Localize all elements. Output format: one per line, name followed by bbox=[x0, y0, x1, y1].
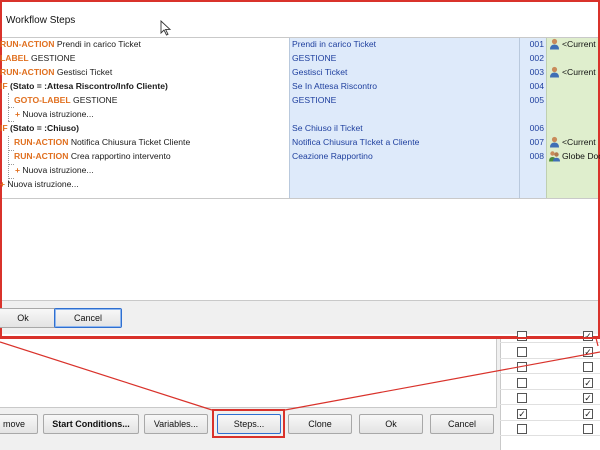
step-text: Prendi in carico Ticket bbox=[56, 39, 141, 49]
step-row[interactable]: IF (Stato = :Chiuso) Se Chiuso il Ticket… bbox=[0, 122, 598, 136]
step-text: Notifica Chiusura Ticket Cliente bbox=[70, 137, 191, 147]
step-number: 001 bbox=[529, 39, 544, 49]
workflow-list[interactable] bbox=[0, 338, 497, 408]
step-row[interactable]: RUN-ACTION Crea rapportino intervento Ce… bbox=[2, 150, 600, 164]
step-row[interactable]: RUN-ACTION Gestisci Ticket Gestisci Tick… bbox=[0, 66, 598, 80]
step-text: (Stato = :Chiuso) bbox=[10, 123, 80, 133]
cancel-button[interactable]: Cancel bbox=[54, 308, 122, 328]
checkbox[interactable] bbox=[517, 393, 527, 403]
add-icon: + bbox=[15, 165, 21, 175]
checkbox-row: ✓ ✓ bbox=[500, 406, 600, 421]
step-number: 004 bbox=[529, 81, 544, 91]
step-keyword: GOTO-LABEL bbox=[14, 95, 71, 105]
step-keyword: RUN-ACTION bbox=[0, 39, 55, 49]
ok-button[interactable]: Ok bbox=[0, 308, 56, 328]
checkbox[interactable] bbox=[583, 424, 593, 434]
step-description: Gestisci Ticket bbox=[292, 67, 348, 77]
checkbox[interactable]: ✓ bbox=[583, 346, 593, 357]
step-description: Notifica Chiusura TIcket a Cliente bbox=[292, 137, 420, 147]
step-number: 008 bbox=[529, 151, 544, 161]
steps-button-highlight bbox=[212, 409, 285, 438]
steps-grid: RUN-ACTION Prendi in carico Ticket Prend… bbox=[0, 37, 600, 199]
checkbox[interactable] bbox=[583, 362, 593, 372]
cancel-button[interactable]: Cancel bbox=[430, 414, 494, 434]
step-number: 003 bbox=[529, 67, 544, 77]
checkbox-row: ✓ bbox=[500, 375, 600, 390]
ok-button[interactable]: Ok bbox=[359, 414, 423, 434]
add-icon: + bbox=[15, 109, 21, 119]
step-description: GESTIONE bbox=[292, 95, 337, 105]
remove-button[interactable]: move bbox=[0, 414, 38, 434]
start-conditions-button[interactable]: Start Conditions... bbox=[43, 414, 139, 434]
checkbox[interactable]: ✓ bbox=[583, 377, 593, 388]
user-icon bbox=[550, 66, 559, 78]
mouse-cursor-icon bbox=[160, 20, 172, 36]
step-row[interactable]: RUN-ACTION Prendi in carico Ticket Prend… bbox=[0, 38, 598, 52]
step-keyword: LABEL bbox=[0, 53, 29, 63]
step-keyword: RUN-ACTION bbox=[14, 151, 69, 161]
step-text: (Stato = :Attesa Riscontro/Info Cliente) bbox=[10, 81, 168, 91]
step-row[interactable]: RUN-ACTION Notifica Chiusura Ticket Clie… bbox=[2, 136, 598, 150]
checkbox[interactable]: ✓ bbox=[517, 408, 527, 419]
checkbox-row: ✓ bbox=[500, 328, 600, 343]
checkbox-row: ✓ bbox=[500, 344, 600, 359]
checkbox[interactable]: ✓ bbox=[583, 331, 593, 341]
checkbox[interactable] bbox=[517, 331, 527, 341]
step-text: Nuova istruzione... bbox=[22, 165, 94, 175]
step-description: Ceazione Rapportino bbox=[292, 151, 373, 161]
step-number: 006 bbox=[529, 123, 544, 133]
step-user: <Current bbox=[549, 136, 596, 148]
new-instruction-row[interactable]: + Nuova istruzione... bbox=[0, 178, 598, 192]
step-text: Gestisci Ticket bbox=[56, 67, 113, 77]
checkbox-row bbox=[500, 421, 600, 436]
checkbox[interactable] bbox=[517, 346, 527, 357]
new-instruction-row[interactable]: + Nuova istruzione... bbox=[2, 164, 598, 178]
step-keyword: IF bbox=[0, 81, 8, 91]
checkbox[interactable]: ✓ bbox=[583, 408, 593, 419]
step-keyword: RUN-ACTION bbox=[0, 67, 55, 77]
step-text: Crea rapportino intervento bbox=[70, 151, 171, 161]
step-row[interactable]: LABEL GESTIONE GESTIONE 002 bbox=[0, 52, 598, 66]
step-text: GESTIONE bbox=[73, 95, 118, 105]
step-user: <Current bbox=[549, 66, 596, 78]
variables-button[interactable]: Variables... bbox=[144, 414, 208, 434]
clone-button[interactable]: Clone bbox=[288, 414, 352, 434]
step-user: Globe Doc bbox=[549, 150, 600, 162]
dialog-title: Workflow Steps bbox=[6, 15, 76, 26]
user-icon bbox=[550, 38, 559, 50]
step-description: Se Chiuso il Ticket bbox=[292, 123, 363, 133]
step-number: 007 bbox=[529, 137, 544, 147]
step-row[interactable]: IF (Stato = :Attesa Riscontro/Info Clien… bbox=[0, 80, 598, 94]
group-icon bbox=[549, 151, 560, 162]
step-description: Prendi in carico Ticket bbox=[292, 39, 377, 49]
step-keyword: RUN-ACTION bbox=[14, 137, 69, 147]
step-number: 005 bbox=[529, 95, 544, 105]
user-icon bbox=[550, 136, 559, 148]
step-number: 002 bbox=[529, 53, 544, 63]
checkbox[interactable] bbox=[517, 424, 527, 434]
dialog-titlebar: Workflow Steps bbox=[2, 2, 598, 32]
checkbox-row bbox=[500, 359, 600, 374]
step-description: GESTIONE bbox=[292, 53, 337, 63]
step-keyword: IF bbox=[0, 123, 8, 133]
checkbox[interactable] bbox=[517, 377, 527, 388]
checkbox[interactable]: ✓ bbox=[583, 393, 593, 403]
step-text: GESTIONE bbox=[31, 53, 76, 63]
checkbox[interactable] bbox=[517, 362, 527, 372]
checkbox-row: ✓ bbox=[500, 390, 600, 405]
add-icon: + bbox=[0, 179, 6, 189]
step-text: Nuova istruzione... bbox=[7, 179, 79, 189]
new-instruction-row[interactable]: + Nuova istruzione... bbox=[2, 108, 598, 122]
step-text: Nuova istruzione... bbox=[22, 109, 94, 119]
step-row[interactable]: GOTO-LABEL GESTIONE GESTIONE 005 bbox=[2, 94, 598, 108]
step-description: Se In Attesa Riscontro bbox=[292, 81, 378, 91]
step-user: <Current bbox=[549, 38, 596, 50]
